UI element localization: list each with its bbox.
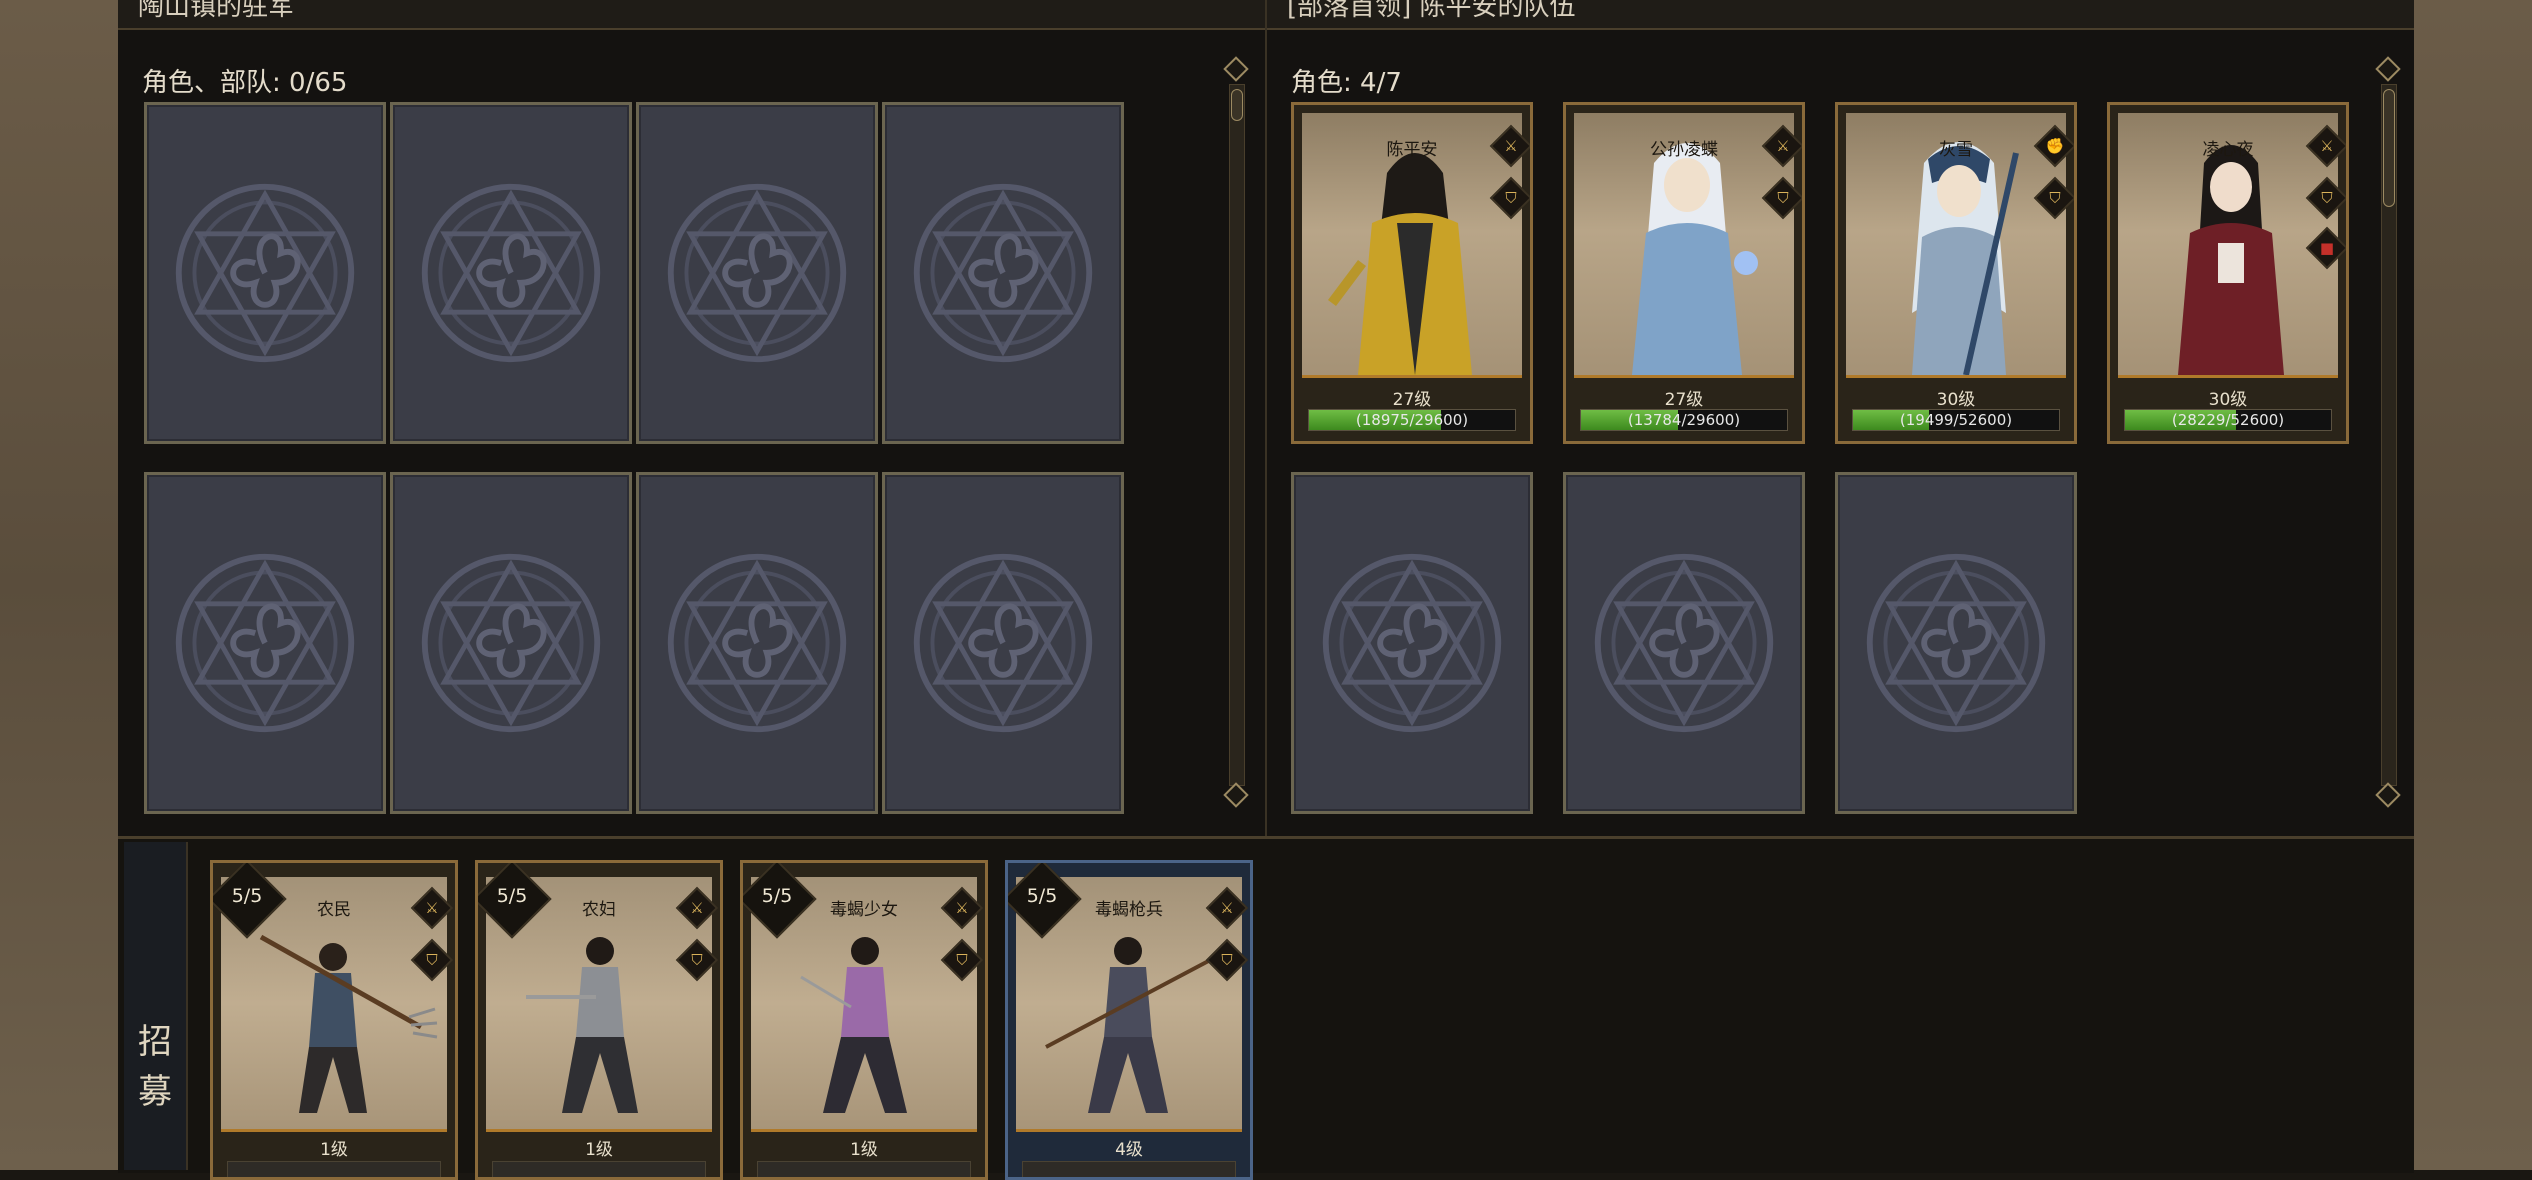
unit-cost-bar [1022,1161,1236,1177]
unit-level: 1级 [585,1140,613,1160]
unit-cost-bar [492,1161,706,1177]
emblem-icon [913,183,1093,363]
character-name: 陈平安 [1386,140,1438,160]
unit-stock: 5/5 [761,885,793,907]
recruit-panel [118,836,2414,1173]
emblem-icon [1866,553,2046,733]
empty-slot[interactable] [390,472,632,814]
character-level: 27级 [1664,390,1704,410]
unit-stock: 5/5 [231,885,263,907]
garrison-count: 角色、部队: 0/65 [142,68,348,98]
hp-text: (13784/29600) [1627,411,1741,429]
recruit-tab[interactable]: 招 募 [124,842,188,1170]
hp-text: (18975/29600) [1355,411,1469,429]
hp-text: (28229/52600) [2171,411,2285,429]
character-level: 30级 [2208,390,2248,410]
hp-text: (19499/52600) [1899,411,2013,429]
unit-stock: 5/5 [496,885,528,907]
unit-level: 1级 [850,1140,878,1160]
empty-slot[interactable] [1291,472,1533,814]
background-left [0,0,118,1170]
recruit-tab-char: 招 [138,1022,172,1062]
hp-bar: (19499/52600) [1852,409,2060,431]
emblem-icon [667,183,847,363]
party-panel-title: [部落首领] 陈平安的队伍 [1267,0,2414,30]
recruit-tab-char: 募 [138,1072,172,1112]
empty-slot[interactable] [636,102,878,444]
scroll-down-icon[interactable] [1223,782,1249,808]
party-panel: [部落首领] 陈平安的队伍 角色: 4/7 陈平安 ⚔ ⛉ 27级 (18975… [1267,0,2414,836]
garrison-scroll-thumb[interactable] [1231,89,1243,121]
emblem-icon [913,553,1093,733]
emblem-icon [667,553,847,733]
character-card[interactable]: 灰雪 ✊ ⛉ 30级 (19499/52600) [1835,102,2077,444]
unit-cost-bar [227,1161,441,1177]
scroll-down-icon[interactable] [2375,782,2401,808]
character-card[interactable]: 陈平安 ⚔ ⛉ 27级 (18975/29600) [1291,102,1533,444]
party-scrollbar[interactable] [2381,84,2397,786]
hp-bar: (28229/52600) [2124,409,2332,431]
character-name: 公孙凌蝶 [1650,140,1718,160]
empty-slot[interactable] [144,102,386,444]
empty-slot[interactable] [144,472,386,814]
character-portrait: 陈平安 [1302,113,1522,378]
garrison-scrollbar[interactable] [1229,84,1245,786]
unit-level: 4级 [1115,1140,1143,1160]
empty-slot[interactable] [882,472,1124,814]
character-name: 灰雪 [1939,140,1973,160]
empty-slot[interactable] [390,102,632,444]
character-level: 27级 [1392,390,1432,410]
emblem-icon [175,183,355,363]
character-portrait: 公孙凌蝶 [1574,113,1794,378]
emblem-icon [175,553,355,733]
emblem-icon [421,553,601,733]
empty-slot[interactable] [882,102,1124,444]
recruit-unit-card[interactable]: 农妇 5/5 ⚔ ⛉ 1级 [475,860,723,1180]
empty-slot[interactable] [1835,472,2077,814]
character-portrait: 灰雪 [1846,113,2066,378]
recruit-unit-card[interactable]: 毒蝎枪兵 5/5 ⚔ ⛉ 4级 [1005,860,1253,1180]
character-name: 凌心夜 [2202,140,2254,160]
emblem-icon [1594,553,1774,733]
unit-cost-bar [757,1161,971,1177]
empty-slot[interactable] [636,472,878,814]
character-portrait: 凌心夜 [2118,113,2338,378]
scroll-up-icon[interactable] [1223,56,1249,82]
hp-bar: (18975/29600) [1308,409,1516,431]
unit-stock: 5/5 [1026,885,1058,907]
unit-level: 1级 [320,1140,348,1160]
party-count: 角色: 4/7 [1291,68,1402,98]
recruit-unit-card[interactable]: 农民 5/5 ⚔ ⛉ 1级 [210,860,458,1180]
garrison-panel-title: 陶山镇的驻军 [118,0,1265,30]
character-card[interactable]: 凌心夜 ⚔ ⛉ ■ 30级 (28229/52600) [2107,102,2349,444]
garrison-panel: 陶山镇的驻军 角色、部队: 0/65 [118,0,1267,836]
emblem-icon [421,183,601,363]
hp-bar: (13784/29600) [1580,409,1788,431]
scroll-up-icon[interactable] [2375,56,2401,82]
recruit-unit-card[interactable]: 毒蝎少女 5/5 ⚔ ⛉ 1级 [740,860,988,1180]
background-right [2414,0,2532,1170]
emblem-icon [1322,553,1502,733]
party-scroll-thumb[interactable] [2383,89,2395,207]
character-level: 30级 [1936,390,1976,410]
character-card[interactable]: 公孙凌蝶 ⚔ ⛉ 27级 (13784/29600) [1563,102,1805,444]
empty-slot[interactable] [1563,472,1805,814]
